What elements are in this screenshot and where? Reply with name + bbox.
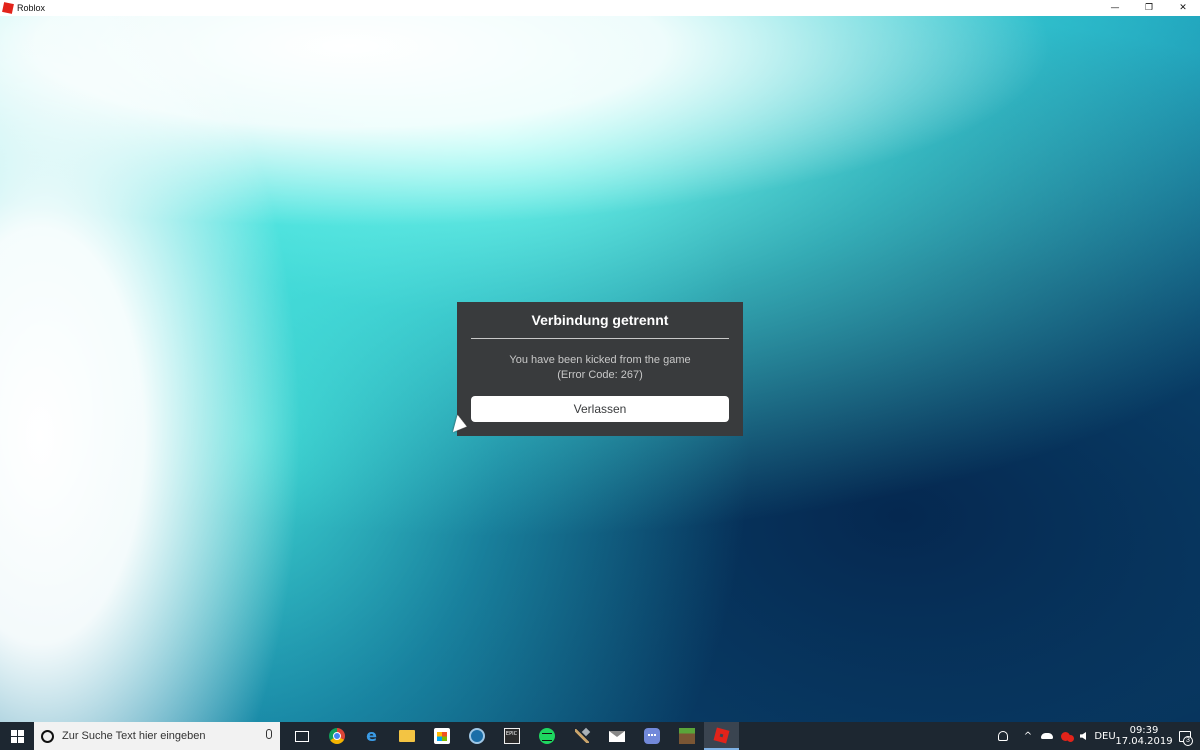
microphone-icon[interactable] xyxy=(266,729,272,739)
language-indicator[interactable]: DEU xyxy=(1092,722,1118,750)
people-button[interactable] xyxy=(988,722,1018,750)
edge-icon: e xyxy=(366,726,377,745)
taskbar-discord[interactable] xyxy=(634,722,669,750)
pinned-apps: e EPIC xyxy=(284,722,739,750)
window-title: Roblox xyxy=(17,3,46,13)
show-hidden-icons-button[interactable]: ^ xyxy=(1018,722,1038,750)
task-view-icon xyxy=(294,730,309,742)
taskbar-store[interactable] xyxy=(424,722,459,750)
taskbar-steam[interactable] xyxy=(459,722,494,750)
window-titlebar: Roblox — ❐ ✕ xyxy=(0,0,1200,16)
leave-button[interactable]: Verlassen xyxy=(471,396,729,422)
folder-icon xyxy=(398,730,415,742)
start-button[interactable] xyxy=(0,722,34,750)
network-icon xyxy=(1060,731,1070,741)
dialog-title: Verbindung getrennt xyxy=(531,312,669,328)
search-placeholder: Zur Suche Text hier eingeben xyxy=(62,730,206,742)
action-center-button[interactable]: 3 xyxy=(1170,722,1200,750)
taskbar-chrome[interactable] xyxy=(319,722,354,750)
people-icon xyxy=(998,731,1008,741)
mail-icon xyxy=(608,730,625,742)
steam-icon xyxy=(468,728,485,744)
discord-icon xyxy=(643,728,660,744)
roblox-logo-icon xyxy=(2,2,14,14)
clock-date: 17.04.2019 xyxy=(1115,736,1173,747)
network-button[interactable] xyxy=(1056,722,1074,750)
notification-count-badge: 3 xyxy=(1183,736,1193,746)
clock-time: 09:39 xyxy=(1129,725,1159,736)
shovel-icon xyxy=(574,729,589,743)
close-button[interactable]: ✕ xyxy=(1166,0,1200,16)
spotify-icon xyxy=(538,728,555,744)
taskbar: Zur Suche Text hier eingeben e EPIC ^ DE… xyxy=(0,722,1200,750)
dialog-message: You have been kicked from the game (Erro… xyxy=(457,353,743,383)
taskbar-file-explorer[interactable] xyxy=(389,722,424,750)
epic-games-icon: EPIC xyxy=(503,728,520,744)
taskbar-mail[interactable] xyxy=(599,722,634,750)
taskbar-minecraft[interactable] xyxy=(669,722,704,750)
minimize-button[interactable]: — xyxy=(1098,0,1132,16)
dialog-error-code: (Error Code: 267) xyxy=(557,369,643,381)
minecraft-icon xyxy=(678,728,695,744)
cortana-icon xyxy=(41,729,54,743)
clock[interactable]: 09:39 17.04.2019 xyxy=(1115,722,1173,750)
windows-logo-icon xyxy=(10,729,24,743)
taskbar-roblox[interactable] xyxy=(704,722,739,750)
taskbar-shovel-app[interactable] xyxy=(564,722,599,750)
speaker-icon xyxy=(1080,732,1086,740)
store-icon xyxy=(433,728,450,744)
dialog-divider xyxy=(471,338,729,339)
taskbar-edge[interactable]: e xyxy=(354,722,389,750)
taskbar-spotify[interactable] xyxy=(529,722,564,750)
restore-button[interactable]: ❐ xyxy=(1132,0,1166,16)
onedrive-button[interactable] xyxy=(1038,722,1056,750)
window-controls: — ❐ ✕ xyxy=(1098,0,1200,16)
taskbar-task-view[interactable] xyxy=(284,722,319,750)
system-tray: ^ DEU 09:39 17.04.2019 3 xyxy=(988,722,1200,750)
disconnect-dialog: Verbindung getrennt You have been kicked… xyxy=(457,302,743,436)
chrome-icon xyxy=(328,728,345,744)
taskbar-epic-games[interactable]: EPIC xyxy=(494,722,529,750)
roblox-icon xyxy=(713,727,730,743)
taskbar-search[interactable]: Zur Suche Text hier eingeben xyxy=(34,722,280,750)
dialog-message-line1: You have been kicked from the game xyxy=(509,354,691,366)
volume-button[interactable] xyxy=(1074,722,1092,750)
cloud-icon xyxy=(1041,733,1053,739)
